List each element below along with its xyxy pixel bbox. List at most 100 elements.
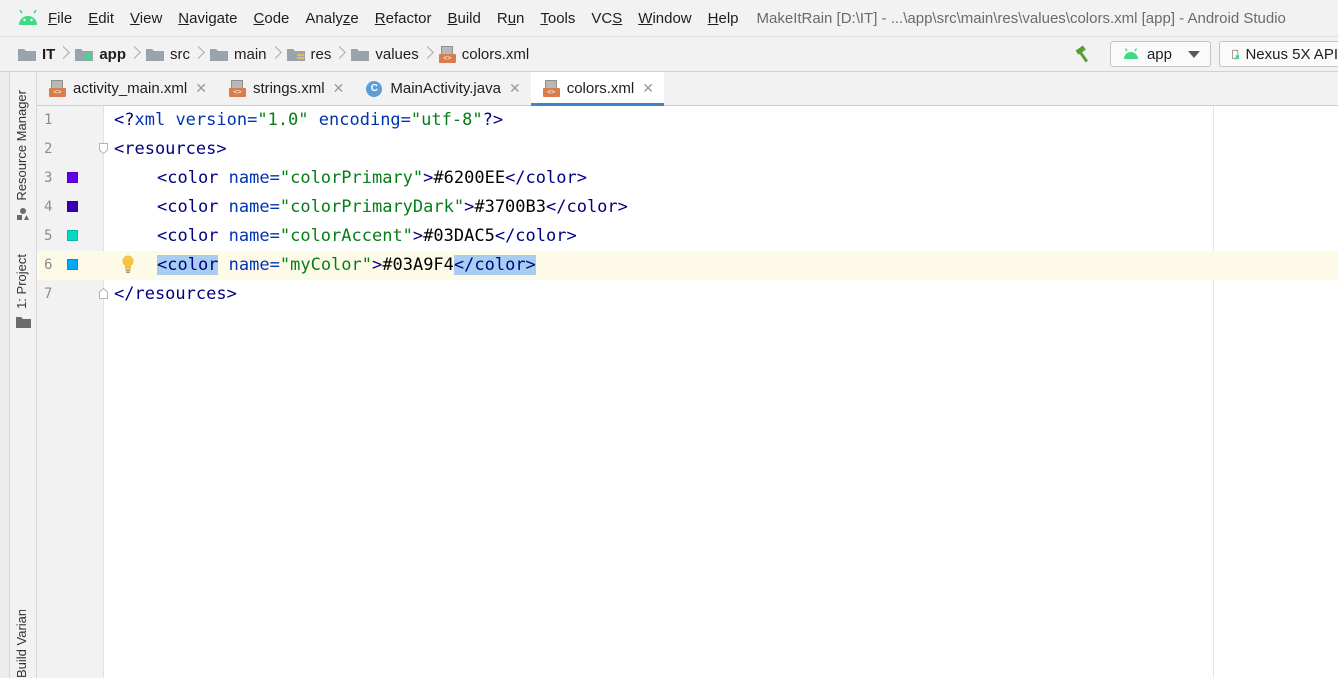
code-line-3[interactable]: 3 <color name="colorPrimary">#6200EE</co… bbox=[37, 164, 1338, 193]
close-icon[interactable]: ✕ bbox=[642, 80, 654, 97]
menu-item[interactable]: File bbox=[48, 10, 72, 27]
java-class-icon: C bbox=[366, 80, 383, 97]
breadcrumb-item-app[interactable]: app bbox=[75, 44, 146, 64]
left-tool-window-strip: Resource Manager 1: Project Build Varian… bbox=[0, 72, 37, 678]
code-line-6[interactable]: 6 <color name="myColor">#03A9F4</color> bbox=[37, 251, 1338, 280]
line-number: 4 bbox=[44, 199, 53, 215]
breadcrumb-item-main[interactable]: main bbox=[210, 44, 287, 64]
lightbulb-icon[interactable] bbox=[121, 254, 135, 274]
breadcrumb-item-values[interactable]: values bbox=[351, 44, 438, 64]
editor-lines: 1 <?xml version="1.0" encoding="utf-8"?>… bbox=[37, 106, 1338, 316]
close-icon[interactable]: ✕ bbox=[195, 80, 207, 97]
menu-item[interactable]: Tools bbox=[540, 10, 575, 27]
build-variants-tab[interactable]: Build Variants bbox=[14, 610, 29, 678]
toolbar-right: app Nexus 5X API bbox=[1074, 37, 1338, 71]
breadcrumb-item-it[interactable]: IT bbox=[18, 44, 75, 64]
breadcrumb-label: src bbox=[170, 45, 191, 63]
project-tab[interactable]: 1: Project bbox=[14, 254, 29, 309]
menu-item[interactable]: Analyze bbox=[305, 10, 358, 27]
breadcrumb-separator-icon bbox=[130, 44, 140, 64]
xml-file-icon: <> bbox=[542, 80, 560, 97]
menu-item[interactable]: View bbox=[130, 10, 162, 27]
color-swatch-icon[interactable] bbox=[67, 230, 78, 241]
run-configuration-dropdown[interactable]: app bbox=[1109, 41, 1211, 67]
breadcrumb-item-colors-xml[interactable]: <> colors.xml bbox=[438, 45, 529, 63]
chevron-down-icon bbox=[1188, 50, 1200, 58]
code-text: <color name="colorPrimaryDark">#3700B3</… bbox=[157, 197, 628, 217]
fold-marker-icon[interactable] bbox=[99, 288, 108, 299]
resources-folder-icon bbox=[286, 48, 305, 61]
menu-bar: File Edit View Navigate Code Analyze Refactor B… bbox=[0, 0, 1338, 36]
breadcrumb-item-res[interactable]: res bbox=[286, 44, 352, 64]
code-text: <?xml version="1.0" encoding="utf-8"?> bbox=[114, 110, 504, 130]
breadcrumb-item-src[interactable]: src bbox=[146, 44, 210, 64]
menu-item[interactable]: Refactor bbox=[375, 10, 432, 27]
code-text: <resources> bbox=[114, 139, 227, 159]
breadcrumb-label: res bbox=[310, 45, 332, 63]
breadcrumb-label: main bbox=[234, 45, 267, 63]
module-folder-icon bbox=[75, 48, 94, 61]
folder-icon bbox=[16, 315, 31, 329]
code-line-2[interactable]: 2 <resources> bbox=[37, 135, 1338, 164]
menu-items: File Edit View Navigate Code Analyze Refactor B… bbox=[48, 10, 755, 27]
tab-activity-main-xml[interactable]: <> activity_main.xml ✕ bbox=[37, 72, 217, 105]
folder-icon bbox=[146, 48, 165, 61]
resource-manager-tab[interactable]: Resource Manager bbox=[14, 90, 29, 201]
fold-marker-icon[interactable] bbox=[99, 143, 108, 154]
code-text: <color name="colorAccent">#03DAC5</color… bbox=[157, 226, 577, 246]
device-selector[interactable]: Nexus 5X API bbox=[1219, 41, 1338, 67]
tab-label: strings.xml bbox=[252, 80, 325, 97]
tab-strings-xml[interactable]: <> strings.xml ✕ bbox=[217, 72, 354, 105]
code-line-7[interactable]: 7 </resources> bbox=[37, 280, 1338, 309]
menu-item[interactable]: Window bbox=[638, 10, 691, 27]
breadcrumb-separator-icon bbox=[194, 44, 204, 64]
line-number: 5 bbox=[44, 228, 53, 244]
folder-icon bbox=[351, 48, 370, 61]
menu-item[interactable]: VCS bbox=[591, 10, 622, 27]
close-icon[interactable]: ✕ bbox=[333, 80, 345, 97]
tab-colors-xml[interactable]: <> colors.xml ✕ bbox=[530, 72, 665, 106]
resource-manager-icon bbox=[16, 207, 30, 221]
close-icon[interactable]: ✕ bbox=[509, 80, 521, 97]
tab-label: MainActivity.java bbox=[390, 80, 501, 97]
xml-file-icon: <> bbox=[49, 80, 66, 97]
line-number: 1 bbox=[44, 112, 53, 128]
breadcrumb-separator-icon bbox=[59, 44, 69, 64]
xml-file-icon: <> bbox=[438, 45, 456, 63]
breadcrumb-separator-icon bbox=[423, 44, 433, 64]
navigation-bar: IT app src main res values <> colors.xml bbox=[0, 36, 1338, 72]
window-title: MakeItRain [D:\IT] - ...\app\src\main\re… bbox=[756, 9, 1286, 27]
xml-file-icon: <> bbox=[228, 80, 246, 97]
tab-label: activity_main.xml bbox=[73, 80, 188, 97]
code-line-4[interactable]: 4 <color name="colorPrimaryDark">#3700B3… bbox=[37, 193, 1338, 222]
code-text: <color name="colorPrimary">#6200EE</colo… bbox=[157, 168, 587, 188]
build-hammer-icon[interactable] bbox=[1074, 45, 1092, 63]
menu-item[interactable]: Edit bbox=[88, 10, 114, 27]
menu-item[interactable]: Build bbox=[447, 10, 480, 27]
project-folder-icon bbox=[18, 48, 36, 61]
menu-item[interactable]: Help bbox=[708, 10, 739, 27]
strip-edge bbox=[0, 72, 10, 678]
android-icon bbox=[1123, 48, 1138, 59]
editor-tabs: <> activity_main.xml ✕ <> strings.xml ✕ … bbox=[37, 72, 1338, 106]
color-swatch-icon[interactable] bbox=[67, 259, 78, 270]
breadcrumb-separator-icon bbox=[271, 44, 281, 64]
menu-item[interactable]: Code bbox=[254, 10, 290, 27]
breadcrumb-label: values bbox=[375, 45, 419, 63]
android-logo-icon bbox=[17, 9, 39, 26]
line-number: 3 bbox=[44, 170, 53, 186]
code-line-1[interactable]: 1 <?xml version="1.0" encoding="utf-8"?> bbox=[37, 106, 1338, 135]
line-number: 6 bbox=[44, 257, 53, 273]
tab-label: colors.xml bbox=[566, 80, 635, 97]
line-number: 7 bbox=[44, 286, 53, 302]
code-text: </resources> bbox=[114, 284, 237, 304]
menu-item[interactable]: Navigate bbox=[178, 10, 237, 27]
phone-icon bbox=[1232, 49, 1240, 59]
color-swatch-icon[interactable] bbox=[67, 201, 78, 212]
tab-mainactivity-java[interactable]: C MainActivity.java ✕ bbox=[354, 72, 530, 105]
folder-icon bbox=[210, 48, 229, 61]
menu-item[interactable]: Run bbox=[497, 10, 525, 27]
breadcrumb-label: IT bbox=[42, 45, 56, 63]
color-swatch-icon[interactable] bbox=[67, 172, 78, 183]
code-line-5[interactable]: 5 <color name="colorAccent">#03DAC5</col… bbox=[37, 222, 1338, 251]
